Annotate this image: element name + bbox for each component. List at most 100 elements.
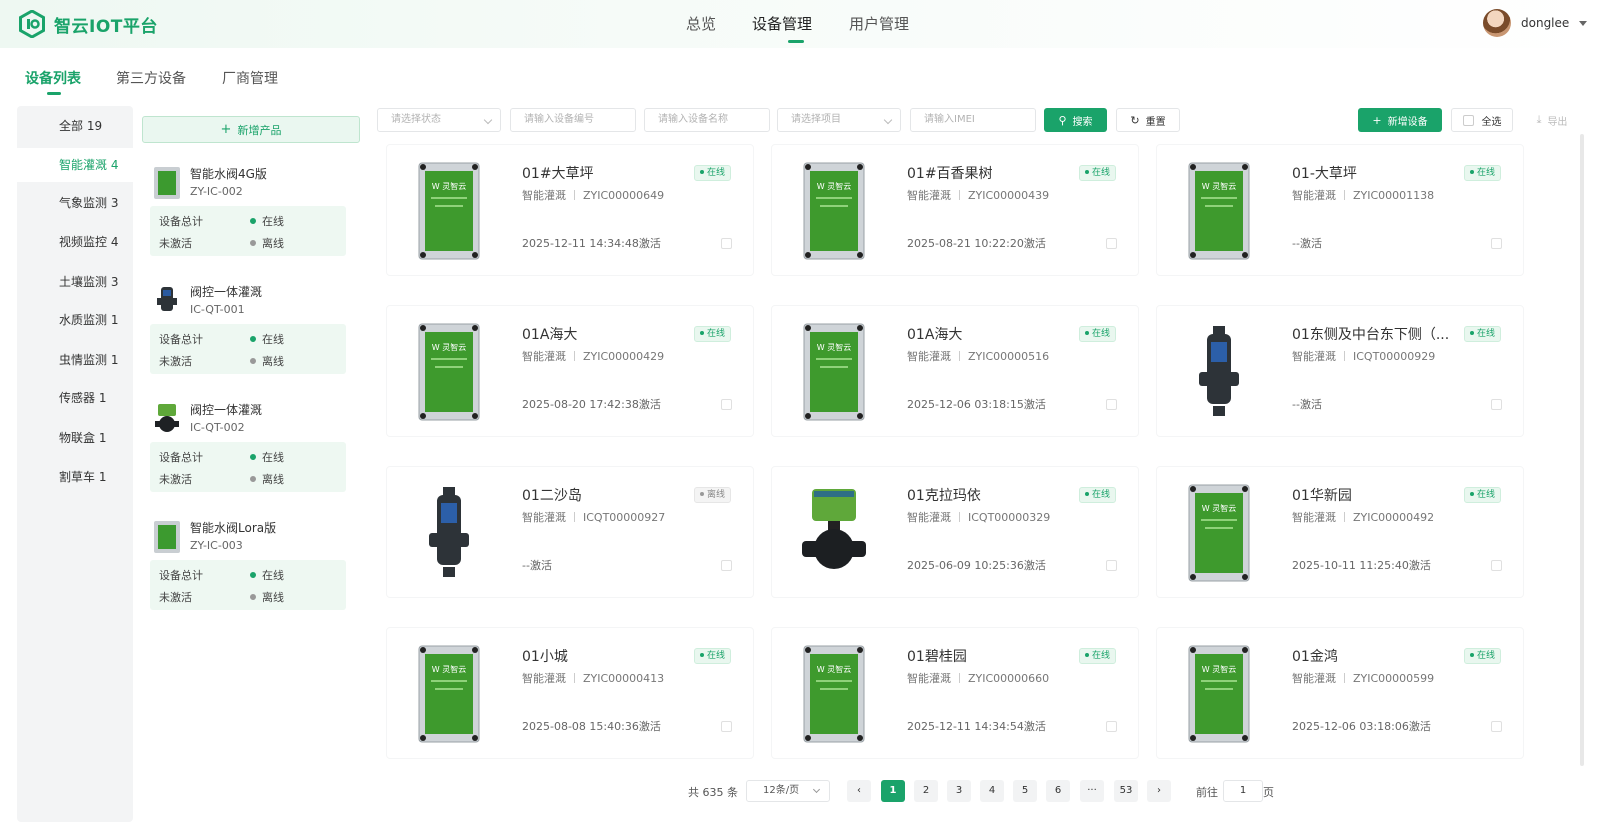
- device-meta: 智能灌溉 ICQT00000927: [522, 511, 666, 524]
- category-sensor[interactable]: 传感器 1: [17, 381, 133, 415]
- select-all-checkbox[interactable]: [1462, 114, 1474, 126]
- refresh-icon: ↻: [1130, 113, 1140, 127]
- device-card[interactable]: W 灵智云 01#百香果树 在线 智能灌溉 ZYIC00000439 2025-08-21…: [771, 144, 1139, 276]
- status-select[interactable]: 请选择状态: [377, 108, 501, 132]
- product-name: 阀控一体灌溉: [190, 403, 263, 417]
- page-button[interactable]: 6: [1046, 780, 1070, 802]
- device-checkbox[interactable]: [1106, 560, 1117, 571]
- device-checkbox[interactable]: [721, 560, 732, 571]
- activation-time: 2025-12-06 03:18:15激活: [907, 398, 1046, 411]
- page-size-select[interactable]: 12条/页: [746, 780, 830, 802]
- plus-icon: +: [220, 122, 232, 137]
- page-button[interactable]: 53: [1114, 780, 1138, 802]
- device-card[interactable]: 01克拉玛依 在线 智能灌溉 ICQT00000329 2025-06-09 10:25…: [771, 466, 1139, 598]
- product-card[interactable]: 阀控一体灌溉 IC-QT-002 设备总计 未激活 在线 离线: [142, 392, 360, 500]
- device-meta: 智能灌溉 ICQT00000929: [1292, 350, 1436, 363]
- product-card[interactable]: 智能水阀4G版 ZY-IC-002 设备总计 未激活 在线 离线: [142, 156, 360, 264]
- project-select[interactable]: 请选择项目: [777, 108, 901, 132]
- device-meta: 智能灌溉 ZYIC00000660: [907, 672, 1050, 685]
- download-icon: ⤓: [1536, 113, 1542, 126]
- avatar: [1483, 9, 1511, 37]
- ball-valve-icon: [800, 483, 868, 583]
- controller-box-icon: W 灵智云: [415, 161, 483, 261]
- top-bar: 智云IOT平台 总览 设备管理 用户管理 donglee: [0, 0, 1600, 48]
- activation-time: 2025-08-21 10:22:20激活: [907, 237, 1046, 250]
- device-card[interactable]: W 灵智云 01-大草坪 在线 智能灌溉 ZYIC00001138 --激活: [1156, 144, 1524, 276]
- device-checkbox[interactable]: [1106, 238, 1117, 249]
- device-card[interactable]: W 灵智云 01A海大 在线 智能灌溉 ZYIC00000429 2025-08-20 1…: [386, 305, 754, 437]
- device-meta: 智能灌溉 ZYIC00001138: [1292, 189, 1435, 202]
- next-page-button[interactable]: ›: [1147, 780, 1171, 802]
- reset-button[interactable]: ↻ 重置: [1116, 108, 1180, 132]
- page-button[interactable]: 3: [947, 780, 971, 802]
- add-product-button[interactable]: + 新增产品: [142, 116, 360, 143]
- device-meta: 智能灌溉 ZYIC00000492: [1292, 511, 1435, 524]
- total-label: 设备总计: [159, 333, 203, 346]
- controller-box-icon: W 灵智云: [800, 644, 868, 744]
- category-label: 土壤监测 3: [59, 275, 119, 289]
- tab-vendor-management[interactable]: 厂商管理: [222, 68, 278, 88]
- device-checkbox[interactable]: [1491, 560, 1502, 571]
- ball-valve-icon: [155, 404, 179, 432]
- page-button[interactable]: 5: [1013, 780, 1037, 802]
- category-smart-irrigation[interactable]: 智能灌溉 4: [17, 148, 133, 182]
- tab-device-list[interactable]: 设备列表: [25, 68, 81, 88]
- category-soil[interactable]: 土壤监测 3: [17, 265, 133, 299]
- device-card[interactable]: 01东侧及中台东下侧（... 在线 智能灌溉 ICQT00000929 --激活: [1156, 305, 1524, 437]
- nav-device-management[interactable]: 设备管理: [752, 13, 812, 34]
- category-weather[interactable]: 气象监测 3: [17, 186, 133, 220]
- device-card[interactable]: 01二沙岛 离线 智能灌溉 ICQT00000927 --激活: [386, 466, 754, 598]
- imei-input[interactable]: 请输入IMEI: [910, 108, 1036, 132]
- select-all-label: 全选: [1481, 116, 1502, 128]
- prev-page-button[interactable]: ‹: [847, 780, 871, 802]
- product-card[interactable]: 阀控一体灌溉 IC-QT-001 设备总计 未激活 在线 离线: [142, 274, 360, 382]
- controller-box-icon: W 灵智云: [800, 161, 868, 261]
- category-pest[interactable]: 虫情监测 1: [17, 343, 133, 377]
- goto-page-input[interactable]: 1: [1223, 780, 1263, 802]
- device-card[interactable]: W 灵智云 01碧桂园 在线 智能灌溉 ZYIC00000660 2025-12-11 1…: [771, 627, 1139, 759]
- more-pages-button[interactable]: ···: [1080, 780, 1104, 802]
- user-menu[interactable]: donglee: [1483, 9, 1588, 37]
- nav-overview[interactable]: 总览: [686, 13, 716, 34]
- scrollbar[interactable]: [1580, 134, 1584, 766]
- tab-third-party-devices[interactable]: 第三方设备: [116, 68, 186, 88]
- nav-user-management[interactable]: 用户管理: [849, 13, 909, 34]
- device-meta: 智能灌溉 ZYIC00000429: [522, 350, 665, 363]
- device-checkbox[interactable]: [721, 721, 732, 732]
- device-checkbox[interactable]: [1106, 399, 1117, 410]
- device-checkbox[interactable]: [721, 238, 732, 249]
- device-checkbox[interactable]: [721, 399, 732, 410]
- category-iot-box[interactable]: 物联盒 1: [17, 421, 133, 455]
- device-card[interactable]: W 灵智云 01#大草坪 在线 智能灌溉 ZYIC00000649 2025-12-11 …: [386, 144, 754, 276]
- status-badge: 在线: [1464, 326, 1502, 342]
- device-name-input[interactable]: 请输入设备名称: [644, 108, 770, 132]
- product-panel: + 新增产品 智能水阀4G版 ZY-IC-002 设备总计 未激活 在线 离线 …: [140, 106, 362, 822]
- search-button[interactable]: ⚲ 搜索: [1044, 108, 1107, 132]
- device-card[interactable]: W 灵智云 01小城 在线 智能灌溉 ZYIC00000413 2025-08-08 15…: [386, 627, 754, 759]
- page-button[interactable]: 1: [881, 780, 905, 802]
- device-checkbox[interactable]: [1491, 238, 1502, 249]
- device-number-input[interactable]: 请输入设备编号: [510, 108, 636, 132]
- category-water-quality[interactable]: 水质监测 1: [17, 303, 133, 337]
- controller-box-icon: W 灵智云: [415, 644, 483, 744]
- device-checkbox[interactable]: [1106, 721, 1117, 732]
- product-card[interactable]: 智能水阀Lora版 ZY-IC-003 设备总计 未激活 在线 离线: [142, 510, 360, 618]
- category-mower[interactable]: 割草车 1: [17, 460, 133, 494]
- device-card[interactable]: W 灵智云 01金鸿 在线 智能灌溉 ZYIC00000599 2025-12-06 03…: [1156, 627, 1524, 759]
- device-card[interactable]: W 灵智云 01华新园 在线 智能灌溉 ZYIC00000492 2025-10-11 1…: [1156, 466, 1524, 598]
- device-title: 01东侧及中台东下侧（...: [1292, 327, 1450, 343]
- category-video[interactable]: 视频监控 4: [17, 225, 133, 259]
- page-button[interactable]: 2: [914, 780, 938, 802]
- category-all[interactable]: 全部 19: [17, 109, 133, 143]
- export-button[interactable]: ⤓ 导出: [1525, 108, 1579, 132]
- device-card[interactable]: W 灵智云 01A海大 在线 智能灌溉 ZYIC00000516 2025-12-06 0…: [771, 305, 1139, 437]
- status-badge: 在线: [694, 326, 732, 342]
- status-badge: 在线: [1464, 165, 1502, 181]
- device-meta: 智能灌溉 ZYIC00000413: [522, 672, 665, 685]
- category-label: 水质监测 1: [59, 313, 119, 327]
- device-checkbox[interactable]: [1491, 399, 1502, 410]
- select-all-button[interactable]: 全选: [1451, 108, 1513, 132]
- add-device-button[interactable]: + 新增设备: [1358, 108, 1442, 132]
- page-button[interactable]: 4: [980, 780, 1004, 802]
- device-checkbox[interactable]: [1491, 721, 1502, 732]
